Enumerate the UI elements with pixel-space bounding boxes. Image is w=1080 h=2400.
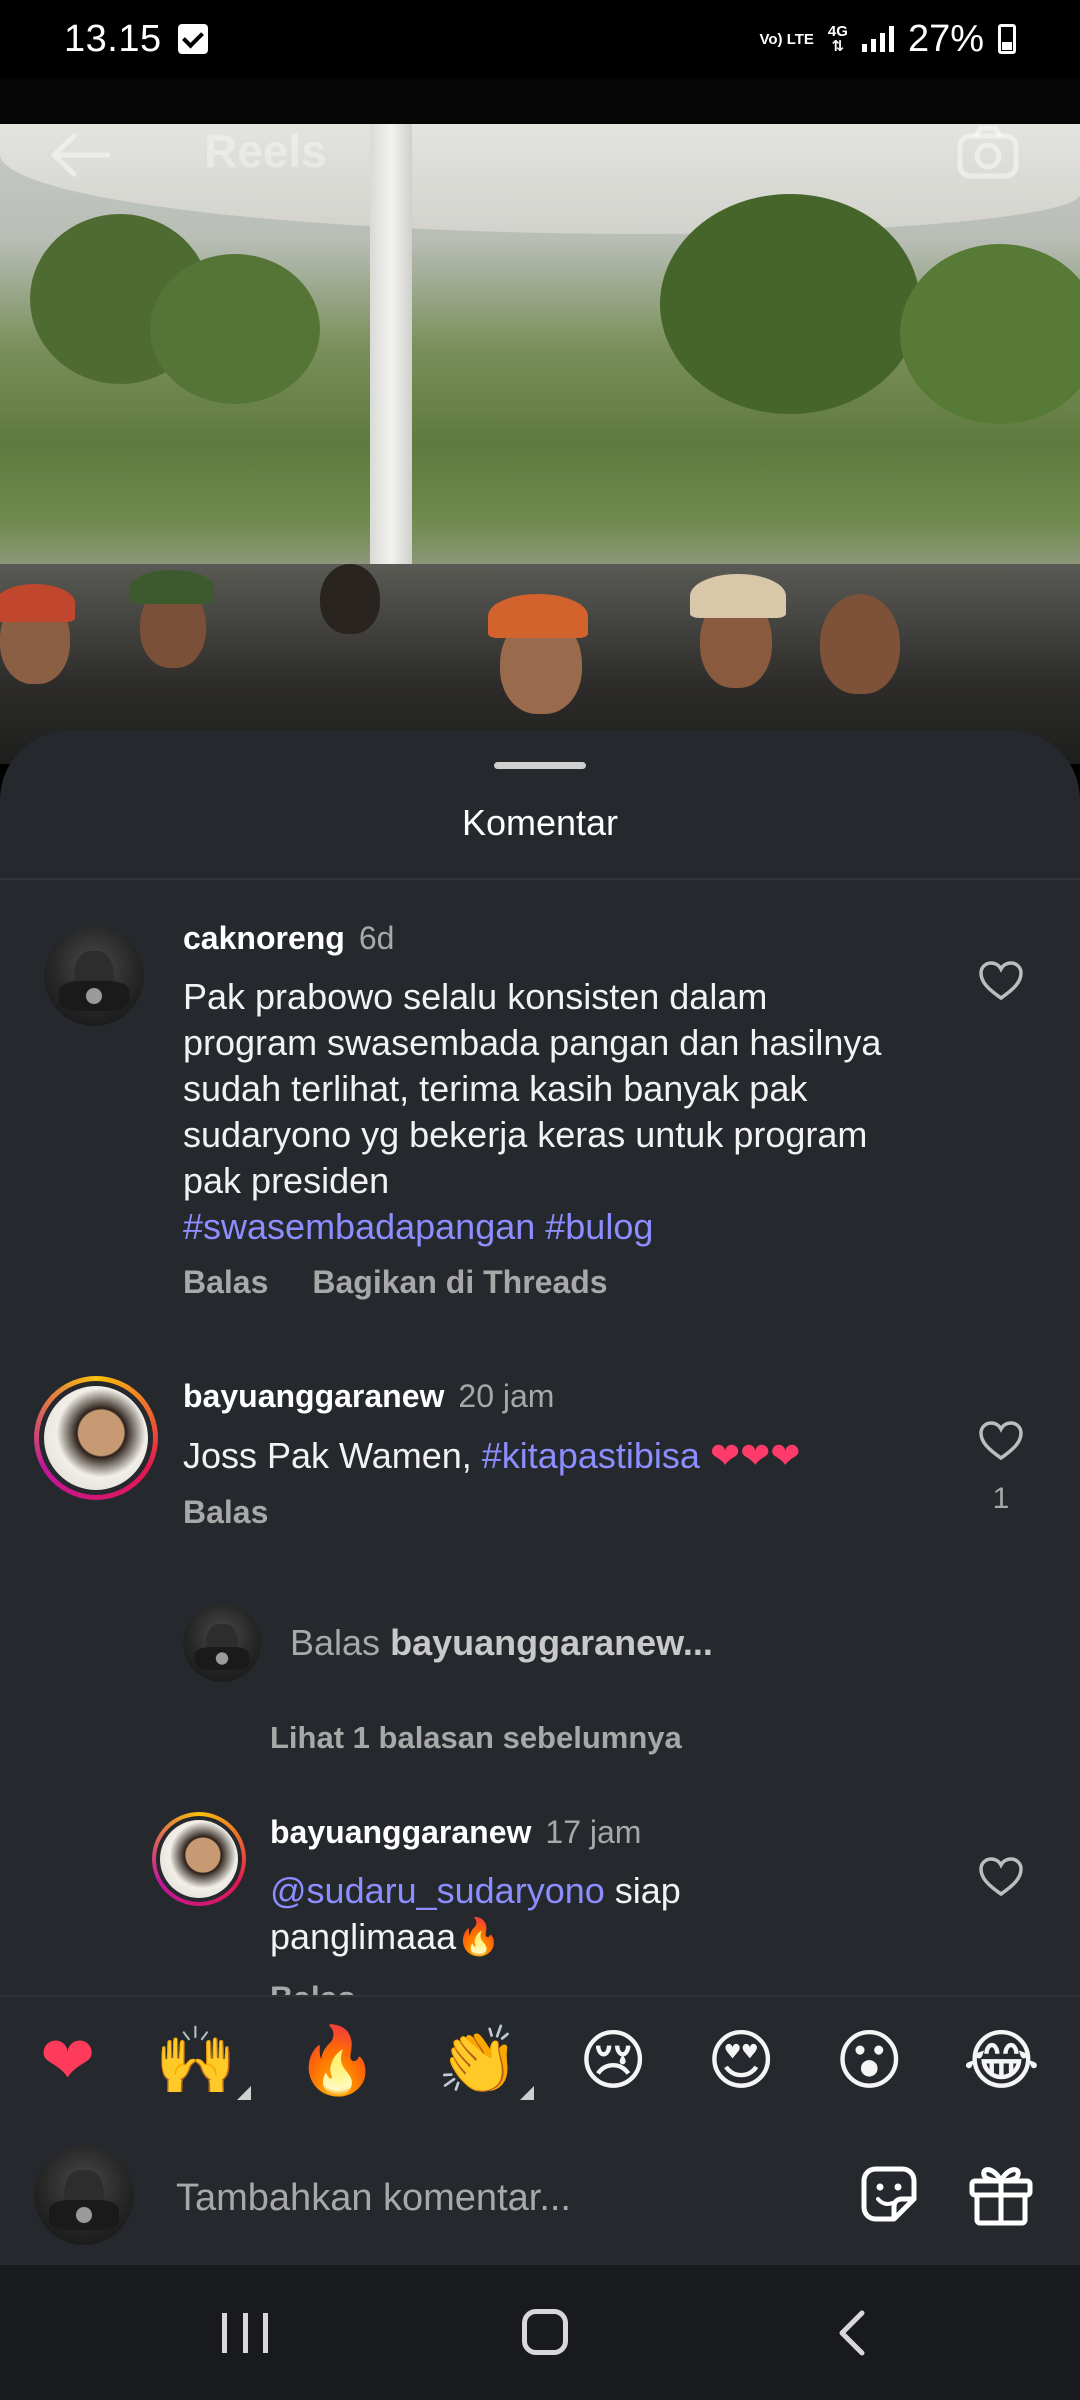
my-avatar bbox=[183, 1604, 261, 1682]
status-time: 13.15 bbox=[64, 17, 162, 60]
volte-indicator: Vo) LTE bbox=[759, 30, 814, 48]
camera-icon[interactable] bbox=[956, 124, 1020, 180]
reply-username[interactable]: bayuanggaranew 17 jam bbox=[270, 1814, 641, 1851]
cap bbox=[130, 570, 214, 604]
comment-username[interactable]: bayuanggaranew 20 jam bbox=[183, 1378, 554, 1415]
gift-icon[interactable] bbox=[966, 2159, 1036, 2229]
divider bbox=[0, 878, 1080, 880]
comment-input[interactable]: Tambahkan komentar... bbox=[176, 2177, 571, 2220]
tree bbox=[900, 244, 1080, 424]
person bbox=[320, 564, 380, 634]
network-4g-indicator: 4G ⇅ bbox=[827, 23, 848, 55]
reply-mention[interactable]: @sudaru_sudaryono bbox=[270, 1870, 605, 1911]
top-black-band bbox=[0, 78, 1080, 124]
comment-hashtag[interactable]: #kitapastibisa bbox=[482, 1435, 700, 1476]
sheet-title: Komentar bbox=[461, 802, 619, 843]
emoji-fire[interactable]: 🔥 bbox=[296, 2028, 378, 2094]
battery-percent: 27% bbox=[907, 17, 984, 60]
notification-check-icon bbox=[177, 24, 208, 54]
reply-time: 17 jam bbox=[545, 1814, 642, 1850]
reply-text: @sudaru_sudaryono siap panglimaaa🔥 bbox=[270, 1870, 681, 1957]
comment-text: Pak prabowo selalu konsisten dalam progr… bbox=[183, 976, 882, 1247]
comment-time: 6d bbox=[358, 920, 395, 956]
home-button[interactable] bbox=[522, 2309, 568, 2355]
view-previous-replies[interactable]: Lihat 1 balasan sebelumnya bbox=[270, 1720, 682, 1756]
emoji-heart-eyes[interactable]: 😍 bbox=[707, 2028, 776, 2094]
comment-text: Joss Pak Wamen, #kitapastibisa ❤❤❤ bbox=[183, 1435, 801, 1477]
comment-actions: Balas Bagikan di Threads bbox=[183, 1264, 608, 1301]
back-arrow-icon[interactable] bbox=[48, 130, 112, 180]
like-heart-icon[interactable] bbox=[978, 1856, 1024, 1898]
like-heart-icon[interactable] bbox=[978, 1420, 1024, 1462]
avatar bbox=[44, 1386, 148, 1490]
person bbox=[820, 594, 900, 694]
like-heart-icon[interactable] bbox=[978, 960, 1024, 1002]
emoji-laughing[interactable]: 😂 bbox=[963, 2028, 1040, 2094]
comment-input-row: Tambahkan komentar... bbox=[0, 2125, 1080, 2265]
sticker-icon[interactable] bbox=[856, 2161, 922, 2227]
emoji-quick-bar: ❤ 🙌 🔥 👏 😢 😍 😮 😂 bbox=[0, 1995, 1080, 2125]
emoji-heart[interactable]: ❤ bbox=[40, 2028, 95, 2094]
back-button[interactable] bbox=[832, 2309, 872, 2357]
comment-username[interactable]: caknoreng 6d bbox=[183, 920, 394, 957]
tent-canopy bbox=[0, 124, 1080, 234]
sheet-drag-handle[interactable] bbox=[494, 762, 586, 769]
my-avatar bbox=[34, 2145, 134, 2245]
status-bar: 13.15 Vo) LTE 4G ⇅ 27% bbox=[0, 0, 1080, 78]
avatar[interactable] bbox=[44, 926, 144, 1026]
reels-title: Reels bbox=[204, 125, 327, 177]
comment-hashtags[interactable]: #swasembadapangan #bulog bbox=[183, 1206, 653, 1247]
emoji-surprised[interactable]: 😮 bbox=[835, 2028, 904, 2094]
avatar bbox=[160, 1820, 238, 1898]
reply-button[interactable]: Balas bbox=[183, 1264, 268, 1300]
tree bbox=[150, 254, 320, 404]
share-threads-button[interactable]: Bagikan di Threads bbox=[312, 1264, 607, 1300]
battery-icon bbox=[998, 24, 1016, 54]
emoji-crying[interactable]: 😢 bbox=[579, 2028, 648, 2094]
reel-video[interactable] bbox=[0, 124, 1080, 764]
like-count: 1 bbox=[992, 1482, 1010, 1515]
heart-emojis: ❤❤❤ bbox=[709, 1436, 801, 1477]
signal-icon bbox=[861, 26, 894, 52]
comment-time: 20 jam bbox=[458, 1378, 555, 1414]
reply-button[interactable]: Balas bbox=[183, 1494, 268, 1530]
avatar-story-ring[interactable] bbox=[152, 1812, 246, 1906]
avatar-story-ring[interactable] bbox=[34, 1376, 158, 1500]
recent-apps-button[interactable] bbox=[222, 2313, 268, 2353]
tree bbox=[660, 194, 920, 414]
cap bbox=[0, 584, 75, 622]
cap bbox=[488, 594, 588, 638]
system-nav-bar bbox=[0, 2265, 1080, 2400]
cap bbox=[690, 574, 786, 618]
reply-to-prompt[interactable]: Balas bayuanggaranew... bbox=[290, 1622, 713, 1664]
emoji-raised-hands[interactable]: 🙌 bbox=[155, 2028, 251, 2100]
comment-actions: Balas bbox=[183, 1494, 268, 1531]
emoji-clapping[interactable]: 👏 bbox=[437, 2028, 534, 2100]
